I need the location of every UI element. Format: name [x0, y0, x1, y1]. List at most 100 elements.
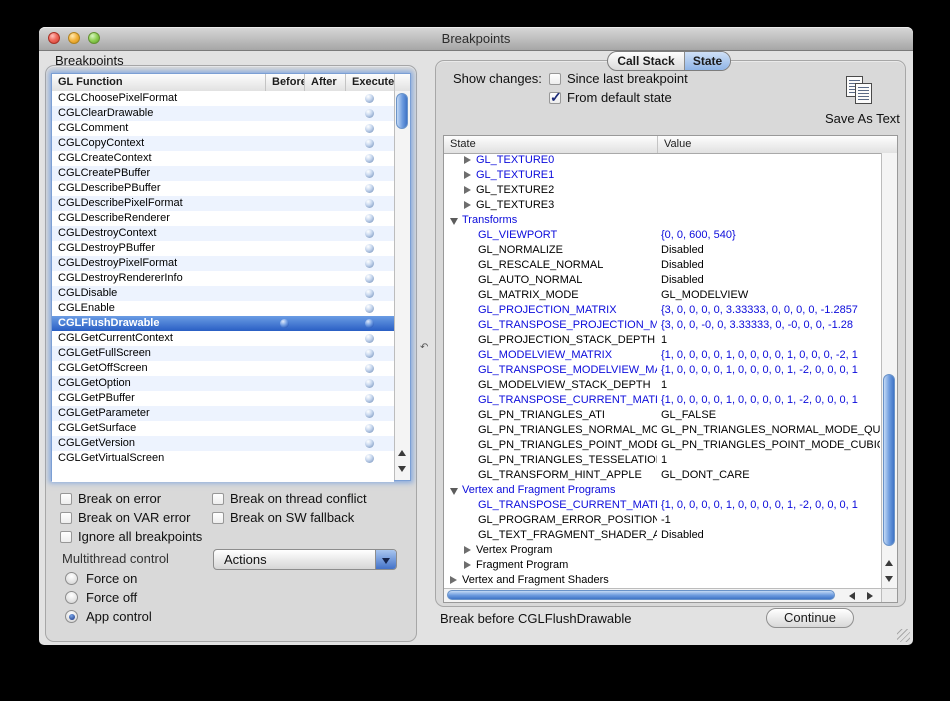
- state-row[interactable]: GL_TEXTURE2: [444, 183, 881, 198]
- breakpoint-orb-execute[interactable]: [365, 124, 374, 133]
- gl-function-row[interactable]: CGLDescribePixelFormat: [52, 196, 394, 211]
- disclosure-triangle[interactable]: [450, 218, 458, 225]
- state-row[interactable]: GL_PN_TRIANGLES_ATIGL_FALSE: [444, 408, 881, 423]
- gl-function-row[interactable]: CGLGetOption: [52, 376, 394, 391]
- resize-grip[interactable]: [897, 629, 910, 642]
- state-row[interactable]: GL_MODELVIEW_MATRIX{1, 0, 0, 0, 0, 1, 0,…: [444, 348, 881, 363]
- gl-function-row[interactable]: CGLFlushDrawable: [52, 316, 394, 331]
- column-header-execute[interactable]: Execute: [345, 74, 394, 91]
- scroll-down-arrow-icon[interactable]: [885, 576, 893, 582]
- gl-function-row[interactable]: CGLDisable: [52, 286, 394, 301]
- since-last-breakpoint-checkbox[interactable]: [549, 73, 561, 85]
- disclosure-triangle[interactable]: [464, 186, 471, 194]
- state-row[interactable]: GL_TRANSPOSE_CURRENT_MATRI{1, 0, 0, 0, 0…: [444, 393, 881, 408]
- disclosure-triangle[interactable]: [464, 201, 471, 209]
- disclosure-triangle[interactable]: [450, 488, 458, 495]
- scrollbar-thumb[interactable]: [883, 374, 895, 546]
- ignore-all-breakpoints-checkbox[interactable]: [60, 531, 72, 543]
- state-row[interactable]: GL_PN_TRIANGLES_TESSELATION_1: [444, 453, 881, 468]
- state-row[interactable]: GL_TRANSPOSE_MODELVIEW_MAT{1, 0, 0, 0, 0…: [444, 363, 881, 378]
- state-row[interactable]: GL_PROJECTION_STACK_DEPTH1: [444, 333, 881, 348]
- gl-function-row[interactable]: CGLDescribeRenderer: [52, 211, 394, 226]
- column-header-after[interactable]: After: [304, 74, 345, 91]
- breakpoint-orb-execute[interactable]: [365, 184, 374, 193]
- state-row[interactable]: GL_TEXTURE1: [444, 168, 881, 183]
- continue-button[interactable]: Continue: [766, 608, 854, 628]
- state-row[interactable]: GL_TRANSPOSE_CURRENT_MATRI{1, 0, 0, 0, 0…: [444, 498, 881, 513]
- state-row[interactable]: GL_TEXTURE3: [444, 198, 881, 213]
- state-row[interactable]: GL_PROJECTION_MATRIX{3, 0, 0, 0, 0, 3.33…: [444, 303, 881, 318]
- state-row[interactable]: GL_PN_TRIANGLES_NORMAL_MODGL_PN_TRIANGLE…: [444, 423, 881, 438]
- disclosure-triangle[interactable]: [464, 546, 471, 554]
- breakpoint-orb-execute[interactable]: [365, 439, 374, 448]
- state-row[interactable]: GL_MODELVIEW_STACK_DEPTH1: [444, 378, 881, 393]
- scroll-up-arrow-icon[interactable]: [885, 560, 893, 566]
- scrollbar-thumb[interactable]: [447, 590, 835, 600]
- titlebar[interactable]: Breakpoints: [39, 27, 913, 51]
- break-on-var-error-checkbox[interactable]: [60, 512, 72, 524]
- breakpoint-orb-execute[interactable]: [365, 274, 374, 283]
- breakpoint-orb-execute[interactable]: [365, 259, 374, 268]
- state-horizontal-scrollbar[interactable]: [444, 588, 881, 602]
- breakpoint-orb-execute[interactable]: [365, 319, 374, 328]
- tab-call-stack[interactable]: Call Stack: [608, 52, 685, 70]
- state-row[interactable]: Vertex and Fragment Shaders: [444, 573, 881, 588]
- gl-function-row[interactable]: CGLGetSurface: [52, 421, 394, 436]
- breakpoint-orb-execute[interactable]: [365, 454, 374, 463]
- gl-function-row[interactable]: CGLDestroyContext: [52, 226, 394, 241]
- state-row[interactable]: GL_TEXT_FRAGMENT_SHADER_ATDisabled: [444, 528, 881, 543]
- break-on-thread-conflict-checkbox[interactable]: [212, 493, 224, 505]
- gl-function-row[interactable]: CGLGetFullScreen: [52, 346, 394, 361]
- disclosure-triangle[interactable]: [464, 561, 471, 569]
- state-row[interactable]: GL_NORMALIZEDisabled: [444, 243, 881, 258]
- close-button[interactable]: [48, 32, 60, 44]
- gl-function-row[interactable]: CGLGetOffScreen: [52, 361, 394, 376]
- breakpoint-orb-execute[interactable]: [365, 379, 374, 388]
- gl-function-row[interactable]: CGLCreateContext: [52, 151, 394, 166]
- gl-table-vertical-scrollbar[interactable]: [394, 91, 410, 480]
- breakpoint-orb-execute[interactable]: [365, 394, 374, 403]
- breakpoint-orb-execute[interactable]: [365, 199, 374, 208]
- gl-function-row[interactable]: CGLChoosePixelFormat: [52, 91, 394, 106]
- state-row[interactable]: Vertex Program: [444, 543, 881, 558]
- disclosure-triangle[interactable]: [464, 156, 471, 164]
- breakpoint-orb-execute[interactable]: [365, 289, 374, 298]
- state-row[interactable]: Transforms: [444, 213, 881, 228]
- breakpoint-orb-execute[interactable]: [365, 424, 374, 433]
- zoom-button[interactable]: [88, 32, 100, 44]
- breakpoint-orb-execute[interactable]: [365, 409, 374, 418]
- state-row[interactable]: GL_PN_TRIANGLES_POINT_MODE_GL_PN_TRIANGL…: [444, 438, 881, 453]
- column-header-state[interactable]: State: [444, 136, 657, 153]
- force-off-radio[interactable]: [65, 591, 78, 604]
- state-row[interactable]: GL_AUTO_NORMALDisabled: [444, 273, 881, 288]
- state-row[interactable]: GL_MATRIX_MODEGL_MODELVIEW: [444, 288, 881, 303]
- state-row[interactable]: Fragment Program: [444, 558, 881, 573]
- gl-function-row[interactable]: CGLGetVersion: [52, 436, 394, 451]
- breakpoint-orb-execute[interactable]: [365, 169, 374, 178]
- disclosure-triangle[interactable]: [464, 171, 471, 179]
- force-on-radio[interactable]: [65, 572, 78, 585]
- column-header-gl-function[interactable]: GL Function: [52, 74, 265, 91]
- gl-function-row[interactable]: CGLGetVirtualScreen: [52, 451, 394, 466]
- gl-function-row[interactable]: CGLGetParameter: [52, 406, 394, 421]
- breakpoint-orb-execute[interactable]: [365, 109, 374, 118]
- scroll-right-arrow-icon[interactable]: [867, 592, 873, 600]
- gl-function-row[interactable]: CGLEnable: [52, 301, 394, 316]
- breakpoint-orb-execute[interactable]: [365, 349, 374, 358]
- scroll-down-arrow-icon[interactable]: [398, 466, 406, 472]
- state-row[interactable]: GL_TRANSPOSE_PROJECTION_MAT{3, 0, 0, -0,…: [444, 318, 881, 333]
- gl-function-row[interactable]: CGLCreatePBuffer: [52, 166, 394, 181]
- breakpoint-orb-execute[interactable]: [365, 214, 374, 223]
- breakpoint-orb-execute[interactable]: [365, 244, 374, 253]
- state-row[interactable]: GL_TRANSFORM_HINT_APPLEGL_DONT_CARE: [444, 468, 881, 483]
- state-vertical-scrollbar[interactable]: [881, 153, 897, 588]
- breakpoint-orb-execute[interactable]: [365, 154, 374, 163]
- gl-function-row[interactable]: CGLGetCurrentContext: [52, 331, 394, 346]
- column-header-before[interactable]: Before: [265, 74, 304, 91]
- save-as-text-button[interactable]: [846, 76, 878, 108]
- breakpoint-orb-execute[interactable]: [365, 334, 374, 343]
- break-on-sw-fallback-checkbox[interactable]: [212, 512, 224, 524]
- state-row[interactable]: Vertex and Fragment Programs: [444, 483, 881, 498]
- gl-function-row[interactable]: CGLDescribePBuffer: [52, 181, 394, 196]
- breakpoint-orb-execute[interactable]: [365, 139, 374, 148]
